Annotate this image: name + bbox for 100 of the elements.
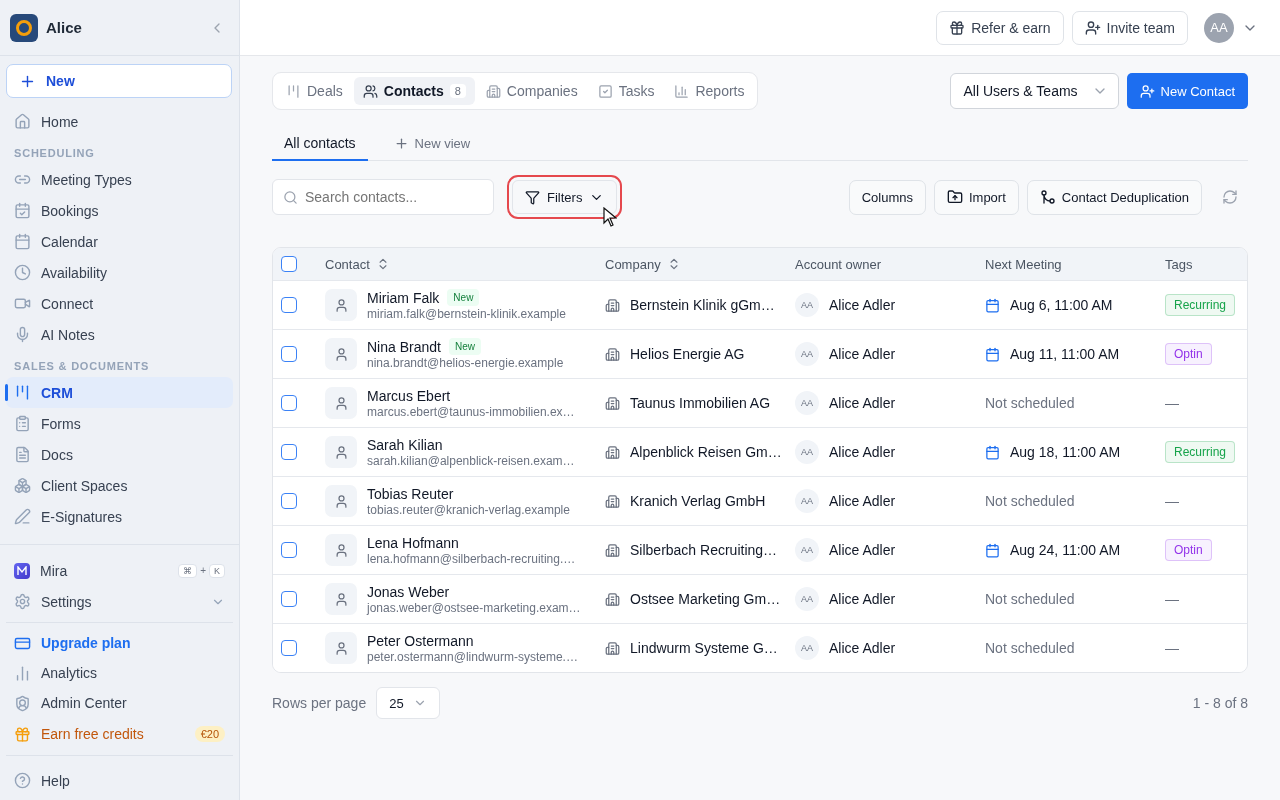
meeting-time: Not scheduled: [985, 395, 1075, 411]
user-icon: [333, 493, 349, 509]
nav-icon: [14, 326, 31, 343]
toolbar-button[interactable]: Import: [933, 179, 1019, 215]
toolbar-button[interactable]: Contact Deduplication: [1026, 179, 1202, 215]
company-name: Taunus Immobilien AG: [630, 395, 771, 411]
sidebar-item[interactable]: Forms: [6, 408, 233, 439]
shortcut-key: ⌘: [178, 563, 198, 578]
tab[interactable]: Contacts 8: [353, 77, 475, 105]
select-all-checkbox[interactable]: [281, 256, 297, 272]
link-icon: [14, 694, 31, 712]
assistant-item[interactable]: Mira ⌘ + K: [6, 555, 233, 586]
row-checkbox[interactable]: [281, 297, 297, 313]
sidebar-item[interactable]: Meeting Types: [6, 164, 233, 195]
sidebar-item[interactable]: Availability: [6, 257, 233, 288]
building-icon: [605, 297, 620, 313]
tab[interactable]: Reports: [665, 77, 754, 105]
search-icon: [283, 190, 298, 205]
sidebar-item[interactable]: Calendar: [6, 226, 233, 257]
new-button[interactable]: New: [6, 64, 232, 98]
contact-name[interactable]: Peter Ostermann: [367, 632, 474, 649]
nav-icon: [14, 415, 31, 432]
sidebar-link[interactable]: Upgrade plan: [6, 628, 233, 658]
count-badge: 8: [449, 84, 466, 98]
nav-icon: [14, 384, 31, 401]
meeting-time: Aug 24, 11:00 AM: [1010, 542, 1121, 558]
contact-name[interactable]: Tobias Reuter: [367, 485, 454, 502]
owner-avatar: AA: [795, 538, 819, 562]
view-tab[interactable]: All contacts: [272, 126, 368, 161]
sidebar-item[interactable]: AI Notes: [6, 319, 233, 350]
row-checkbox[interactable]: [281, 591, 297, 607]
contact-name[interactable]: Sarah Kilian: [367, 436, 443, 453]
row-checkbox[interactable]: [281, 640, 297, 656]
new-contact-button[interactable]: New Contact: [1126, 73, 1248, 109]
building-icon: [605, 542, 620, 558]
sidebar-item[interactable]: CRM: [6, 377, 233, 408]
sidebar-item[interactable]: Bookings: [6, 195, 233, 226]
row-checkbox[interactable]: [281, 444, 297, 460]
contact-name[interactable]: Lena Hofmann: [367, 534, 459, 551]
tab[interactable]: Deals: [277, 77, 352, 105]
tab[interactable]: Tasks: [588, 77, 664, 105]
link-icon: [14, 664, 31, 682]
row-checkbox[interactable]: [281, 395, 297, 411]
owner-name: Alice Adler: [829, 591, 896, 607]
contact-email: lena.hofmann@silberbach-recruiting.…: [367, 551, 576, 566]
meeting-time: Aug 6, 11:00 AM: [1010, 297, 1113, 313]
gift-icon: [949, 19, 966, 36]
nav-icon: [14, 477, 31, 494]
refresh-icon[interactable]: [1222, 189, 1238, 205]
contact-name[interactable]: Marcus Ebert: [367, 387, 451, 404]
row-checkbox[interactable]: [281, 542, 297, 558]
sidebar-item[interactable]: Home: [6, 106, 233, 137]
sidebar-item[interactable]: Client Spaces: [6, 470, 233, 501]
user-icon: [333, 297, 349, 313]
search-field[interactable]: Search contacts...: [272, 179, 494, 215]
link-icon: [14, 725, 31, 743]
settings-item[interactable]: Settings: [6, 586, 233, 617]
owner-avatar: AA: [795, 440, 819, 464]
building-icon: [605, 346, 620, 362]
new-view-button[interactable]: New view: [387, 126, 477, 160]
tag: Optin: [1165, 343, 1212, 365]
header-button[interactable]: Refer & earn: [936, 10, 1064, 45]
column-header[interactable]: Contact: [325, 256, 370, 272]
header-button[interactable]: Invite team: [1071, 10, 1188, 45]
rows-per-page-select[interactable]: 25: [376, 687, 441, 719]
sidebar-link[interactable]: Admin Center: [6, 688, 233, 718]
calendar-icon: [985, 542, 1000, 558]
building-icon: [605, 395, 620, 411]
toolbar-button[interactable]: Columns: [848, 179, 926, 215]
sidebar-item[interactable]: E-Signatures: [6, 501, 233, 532]
sidebar-link[interactable]: Earn free credits €20: [6, 718, 233, 750]
owner-select[interactable]: All Users & Teams: [950, 73, 1119, 109]
owner-name: Alice Adler: [829, 395, 896, 411]
sidebar-item[interactable]: Docs: [6, 439, 233, 470]
contact-name[interactable]: Nina Brandt: [367, 338, 441, 355]
meeting-time: Not scheduled: [985, 591, 1075, 607]
calendar-icon: [985, 444, 1000, 460]
meeting-time: Not scheduled: [985, 493, 1075, 509]
column-header: Account owner: [795, 256, 881, 272]
contact-name[interactable]: Jonas Weber: [367, 583, 450, 600]
sidebar-item[interactable]: Connect: [6, 288, 233, 319]
column-header[interactable]: Company: [605, 256, 661, 272]
rows-per-page-label: Rows per page: [272, 695, 367, 711]
row-checkbox[interactable]: [281, 493, 297, 509]
nav-icon: [14, 264, 31, 281]
funnel-icon: [525, 189, 540, 205]
contact-email: tobias.reuter@kranich-verlag.example: [367, 502, 570, 517]
tab-icon: [485, 83, 501, 99]
cursor-icon: [603, 207, 617, 227]
nav-icon: [14, 202, 31, 219]
tab[interactable]: Companies: [476, 77, 587, 105]
contact-name[interactable]: Miriam Falk: [367, 289, 440, 306]
contact-email: marcus.ebert@taunus-immobilien.ex…: [367, 404, 575, 419]
help-item[interactable]: Help: [6, 765, 233, 796]
user-icon: [333, 542, 349, 558]
company-name: Bernstein Klinik gGm…: [630, 297, 775, 313]
sidebar-link[interactable]: Analytics: [6, 658, 233, 688]
contact-email: peter.ostermann@lindwurm-systeme.…: [367, 649, 578, 664]
row-checkbox[interactable]: [281, 346, 297, 362]
owner-avatar: AA: [795, 342, 819, 366]
